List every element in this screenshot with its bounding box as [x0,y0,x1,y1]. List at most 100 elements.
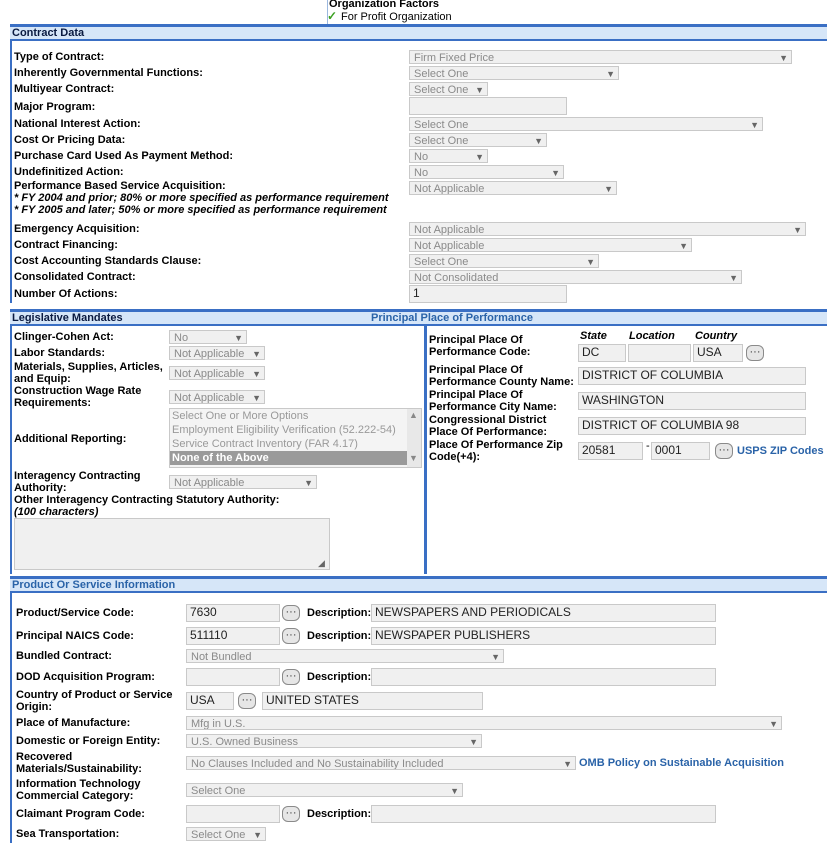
resize-handle-icon[interactable]: ◢ [318,558,325,569]
naics-lookup-button[interactable]: ··· [282,628,300,644]
consolidated-select[interactable]: Not Consolidated ▼ [409,270,742,284]
naics-code-input[interactable]: 511110 [186,627,280,645]
major-program-input[interactable] [409,97,567,115]
labor-standards-select[interactable]: Not Applicable ▼ [169,346,265,360]
claimant-code-input[interactable] [186,805,280,823]
multiyear-select[interactable]: Select One ▼ [409,82,488,96]
pbsa-note-fy2005: * FY 2005 and later; 50% or more specifi… [14,204,387,216]
cas-clause-select[interactable]: Select One ▼ [409,254,599,268]
psc-lookup-button[interactable]: ··· [282,605,300,621]
it-category-select[interactable]: Select One ▼ [186,783,463,797]
type-of-contract-label: Type of Contract: [14,51,105,63]
sea-transport-select[interactable]: Select One ▼ [186,827,266,841]
interagency-label-line2: Authority: [14,482,67,494]
multiyear-label: Multiyear Contract: [14,83,115,95]
list-item[interactable]: Employment Eligibility Verification (52.… [170,423,421,437]
pop-zip-label-line1: Place Of Performance Zip [429,439,563,451]
pop-location-input[interactable] [628,344,691,362]
psc-code-input[interactable]: 7630 [186,604,280,622]
emergency-select[interactable]: Not Applicable ▼ [409,222,806,236]
usps-zip-codes-link[interactable]: USPS ZIP Codes [737,445,824,457]
interagency-label-line1: Interagency Contracting [14,470,141,482]
materials-label-line1: Materials, Supplies, Articles, [14,361,163,373]
pop-zip4-input[interactable]: 0001 [651,442,710,460]
cost-pricing-select[interactable]: Select One ▼ [409,133,547,147]
scroll-up-icon[interactable]: ▲ [409,410,418,420]
list-item[interactable]: Service Contract Inventory (FAR 4.17) [170,437,421,451]
dod-desc-input[interactable] [371,668,716,686]
chevron-down-icon: ▼ [679,241,688,251]
num-actions-input[interactable]: 1 [409,285,567,303]
claimant-desc-input[interactable] [371,805,716,823]
other-interagency-label: Other Interagency Contracting Statutory … [14,494,280,506]
it-category-label-line1: Information Technology [16,778,141,790]
undefinitized-label: Undefinitized Action: [14,166,124,178]
construction-wage-label-line1: Construction Wage Rate [14,385,142,397]
domestic-foreign-select[interactable]: U.S. Owned Business ▼ [186,734,482,748]
purchase-card-select[interactable]: No ▼ [409,149,488,163]
zip-lookup-button[interactable]: ··· [715,443,733,459]
psc-desc-input[interactable]: NEWSPAPERS AND PERIODICALS [371,604,716,622]
dod-desc-label: Description: [307,671,372,683]
check-icon: ✓ [327,9,338,23]
bundled-select[interactable]: Not Bundled ▼ [186,649,504,663]
chevron-down-icon: ▼ [252,349,261,359]
pop-county-label-line1: Principal Place Of [429,364,523,376]
country-lookup-button[interactable]: ··· [238,693,256,709]
pop-county-input[interactable]: DISTRICT OF COLUMBIA [578,367,806,385]
inherently-govt-select[interactable]: Select One ▼ [409,66,619,80]
pop-country-input[interactable]: USA [693,344,743,362]
chevron-down-icon: ▼ [551,168,560,178]
country-origin-name-input[interactable]: UNITED STATES [262,692,483,710]
materials-select[interactable]: Not Applicable ▼ [169,366,265,380]
interagency-select[interactable]: Not Applicable ▼ [169,475,317,489]
naics-desc-label: Description: [307,630,372,642]
scroll-down-icon[interactable]: ▼ [409,453,418,463]
pop-congressional-input[interactable]: DISTRICT OF COLUMBIA 98 [578,417,806,435]
other-interagency-textarea[interactable] [14,518,330,570]
ellipsis-lookup-icon: ··· [285,670,297,682]
country-origin-code-input[interactable]: USA [186,692,234,710]
chevron-down-icon: ▼ [491,652,500,662]
list-item[interactable]: Select One or More Options [170,409,421,423]
pop-zip5-input[interactable]: 20581 [578,442,643,460]
pop-city-input[interactable]: WASHINGTON [578,392,806,410]
ellipsis-lookup-icon: ··· [718,444,730,456]
chevron-down-icon: ▼ [604,184,613,194]
undefinitized-select[interactable]: No ▼ [409,165,564,179]
pop-code-label-line1: Principal Place Of [429,334,523,346]
ellipsis-lookup-icon: ··· [285,606,297,618]
pop-city-label-line1: Principal Place Of [429,389,523,401]
consolidated-label: Consolidated Contract: [14,271,136,283]
pop-lookup-button[interactable]: ··· [746,345,764,361]
country-origin-label-line2: Origin: [16,701,53,713]
pop-state-input[interactable]: DC [578,344,626,362]
dod-program-input[interactable] [186,668,280,686]
column-divider [424,326,427,574]
construction-wage-select[interactable]: Not Applicable ▼ [169,390,265,404]
claimant-desc-label: Description: [307,808,372,820]
scrollbar[interactable]: ▲ ▼ [407,409,421,467]
legislative-mandates-title: Legislative Mandates [12,312,123,324]
sea-transport-label: Sea Transportation: [16,828,120,840]
materials-label-line2: and Equip: [14,373,71,385]
list-item-selected[interactable]: None of the Above [170,451,407,465]
it-category-label-line2: Commercial Category: [16,790,134,802]
zip-dash: - [646,440,650,452]
chevron-down-icon: ▼ [304,478,313,488]
type-of-contract-select[interactable]: Firm Fixed Price ▼ [409,50,792,64]
omb-policy-link[interactable]: OMB Policy on Sustainable Acquisition [579,757,784,769]
chevron-down-icon: ▼ [475,85,484,95]
clinger-cohen-select[interactable]: No ▼ [169,330,247,344]
psc-label: Product/Service Code: [16,607,134,619]
naics-desc-input[interactable]: NEWSPAPER PUBLISHERS [371,627,716,645]
recovered-select[interactable]: No Clauses Included and No Sustainabilit… [186,756,576,770]
pop-city-label-line2: Performance City Name: [429,401,557,413]
claimant-lookup-button[interactable]: ··· [282,806,300,822]
additional-reporting-listbox[interactable]: Select One or More Options Employment El… [169,408,422,468]
pbsa-select[interactable]: Not Applicable ▼ [409,181,617,195]
dod-lookup-button[interactable]: ··· [282,669,300,685]
place-manufacture-select[interactable]: Mfg in U.S. ▼ [186,716,782,730]
financing-select[interactable]: Not Applicable ▼ [409,238,692,252]
national-interest-select[interactable]: Select One ▼ [409,117,763,131]
